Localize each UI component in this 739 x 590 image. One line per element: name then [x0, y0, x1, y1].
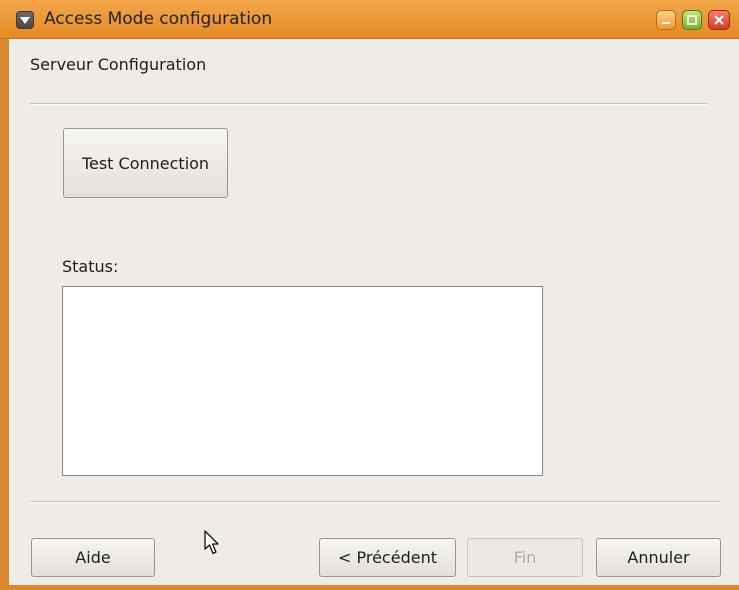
- title-bar[interactable]: Access Mode configuration: [0, 0, 739, 39]
- help-button[interactable]: Aide: [31, 538, 155, 577]
- section-title: Serveur Configuration: [30, 55, 207, 74]
- window-title: Access Mode configuration: [44, 9, 273, 29]
- close-icon: [714, 15, 724, 25]
- status-label: Status:: [62, 257, 119, 276]
- bottom-separator: [30, 501, 721, 503]
- maximize-button[interactable]: [682, 10, 702, 30]
- chevron-down-icon: [20, 16, 30, 24]
- dialog-window: Access Mode configuration Serveur Config…: [0, 0, 739, 590]
- top-separator: [30, 103, 707, 105]
- window-menu-button[interactable]: [16, 11, 34, 29]
- test-connection-button[interactable]: Test Connection: [63, 128, 228, 198]
- maximize-icon: [687, 15, 697, 25]
- previous-button[interactable]: < Précédent: [319, 538, 456, 577]
- mouse-pointer-icon: [204, 530, 219, 555]
- close-button[interactable]: [708, 10, 730, 30]
- status-text-area[interactable]: [62, 286, 543, 476]
- cancel-button[interactable]: Annuler: [596, 538, 721, 577]
- finish-button[interactable]: Fin: [467, 538, 583, 577]
- minimize-button[interactable]: [656, 10, 676, 30]
- minimize-icon: [662, 22, 670, 24]
